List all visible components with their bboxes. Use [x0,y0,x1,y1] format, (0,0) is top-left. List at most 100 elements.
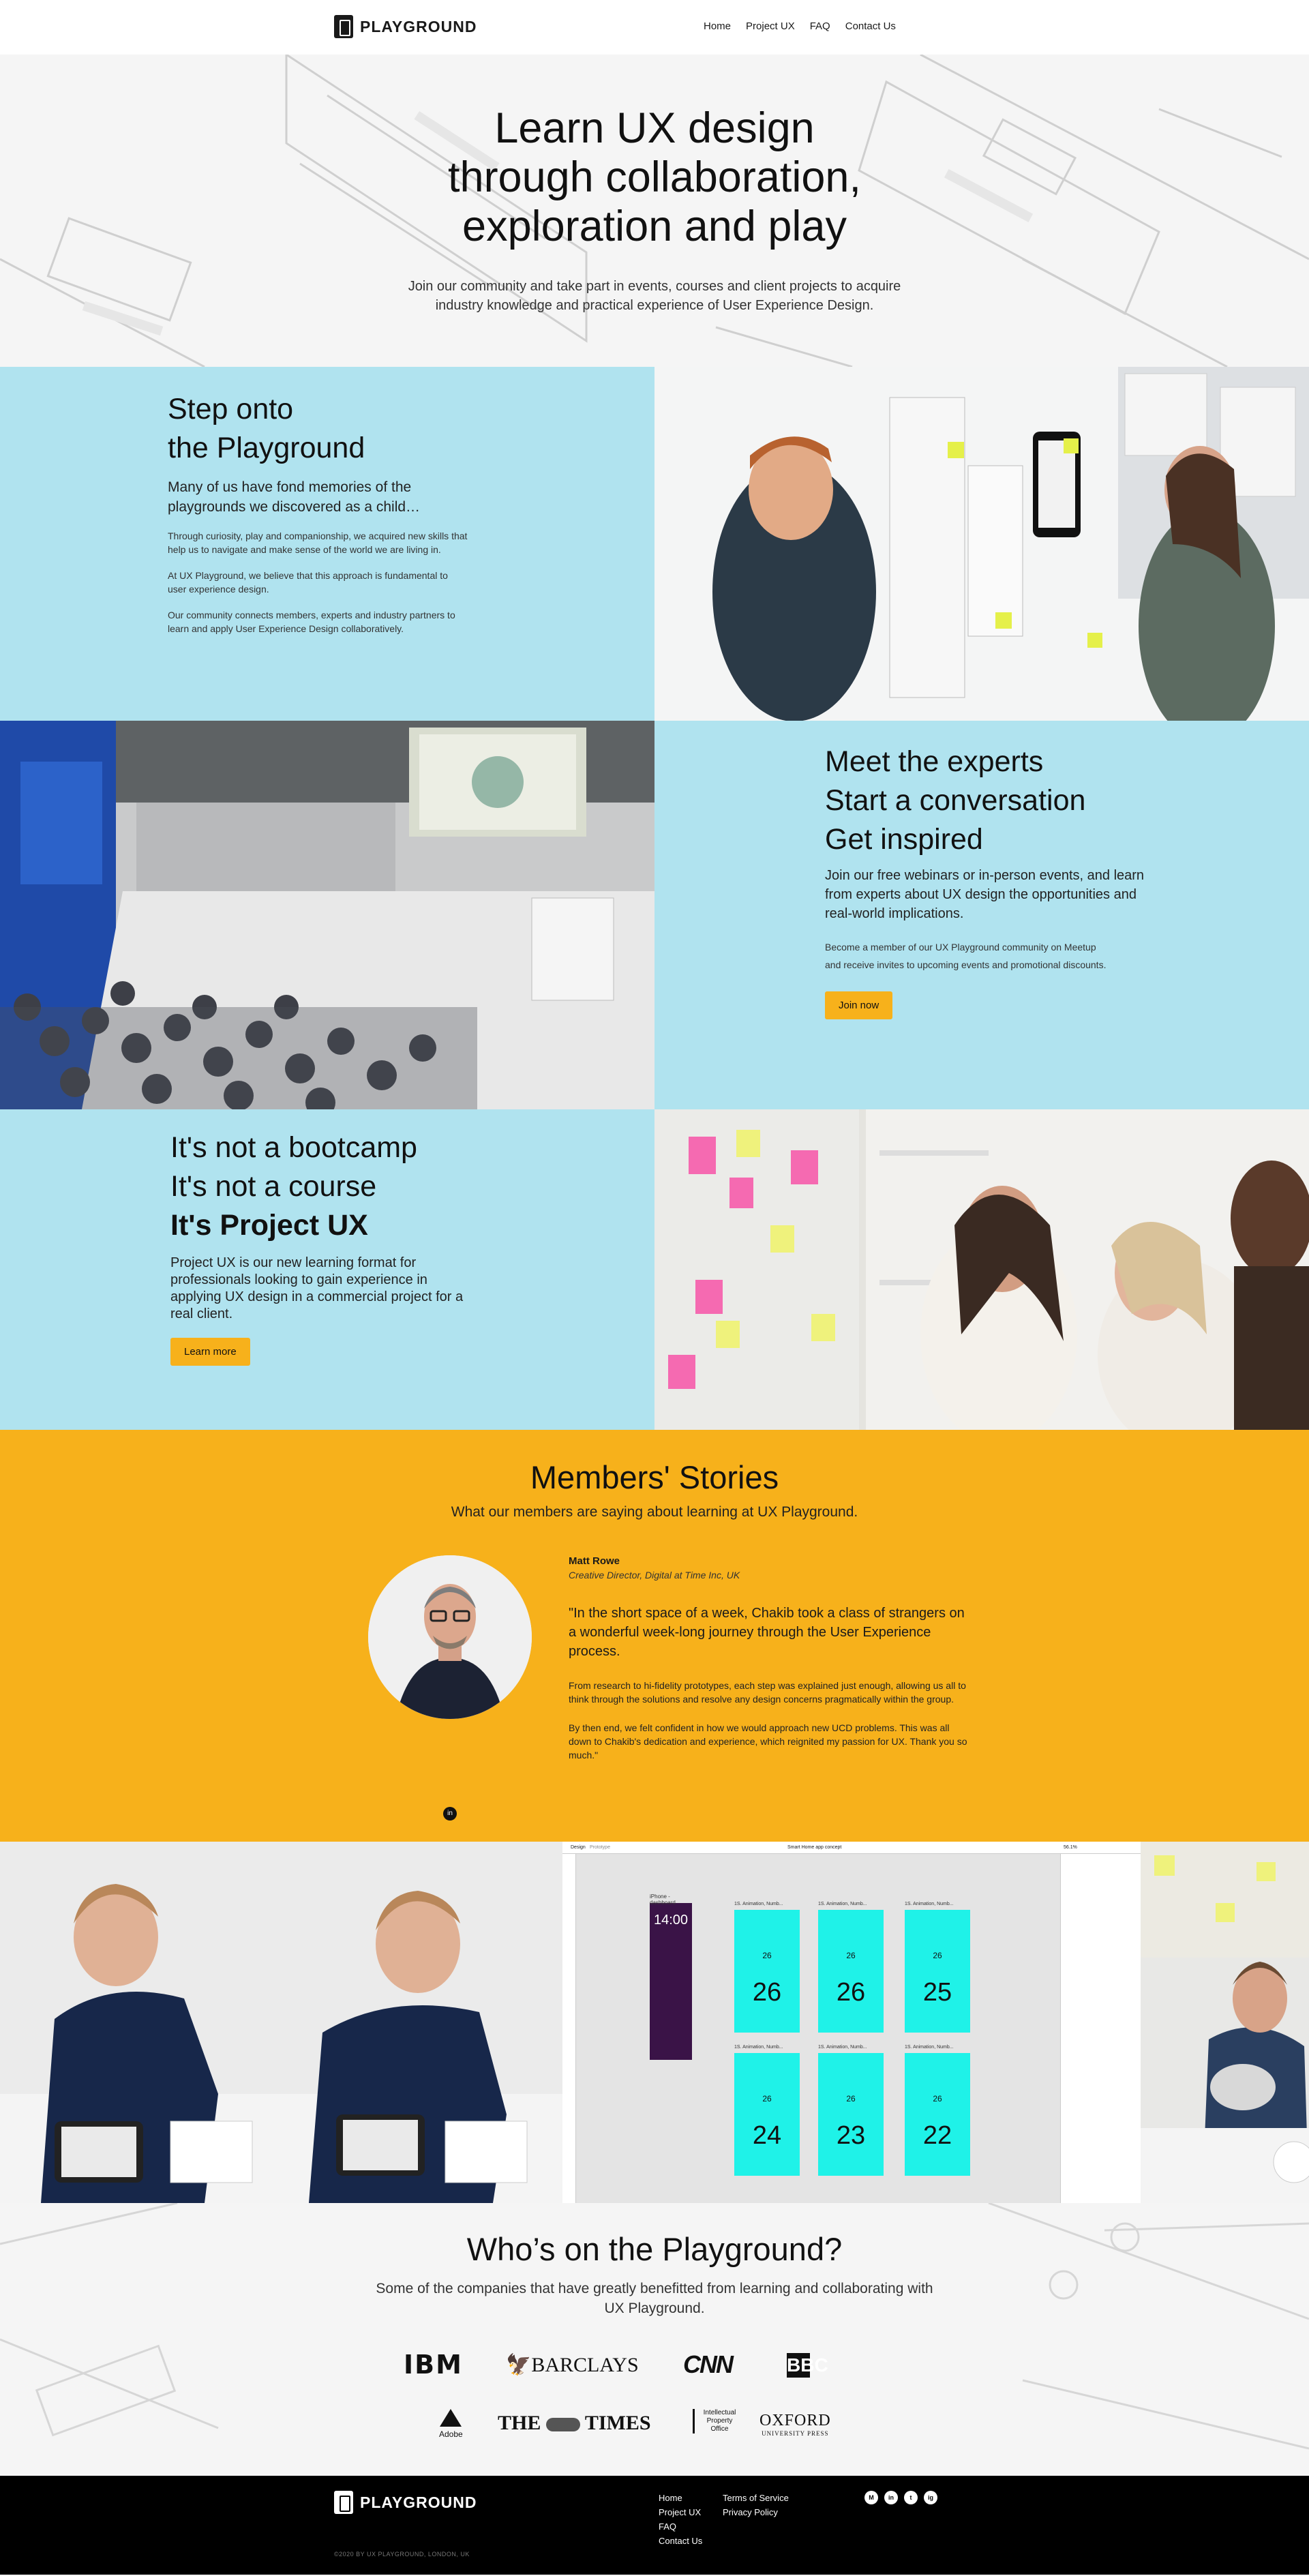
playground-paragraph-3: Our community connects members, experts … [168,610,455,634]
zoom-level[interactable]: 56.1% [1064,1842,1077,1854]
testimonial-paragraph-1: From research to hi-fidelity prototypes,… [569,1680,966,1705]
prototype-tab[interactable]: Prototype [590,1842,610,1854]
adobe-mark-icon [440,2409,462,2427]
footer-link-privacy[interactable]: Privacy Policy [723,2505,789,2519]
footer-link-home[interactable]: Home [659,2491,702,2505]
site-logo[interactable]: PLAYGROUND [334,15,477,38]
join-now-button[interactable]: Join now [825,991,893,1019]
learn-more-button[interactable]: Learn more [170,1338,250,1366]
temperature-screen-small-value: 26 [933,2094,942,2103]
tablet-user-photo-2 [282,1842,562,2203]
logo-text: PLAYGROUND [360,17,477,35]
workshop-photo [654,367,1309,721]
nav-faq[interactable]: FAQ [810,20,830,32]
oxford-logo: OXFORD UNIVERSITY PRESS [759,2412,831,2437]
the-times-text-1: THE [498,2412,541,2434]
stories-title: Members' Stories [530,1459,779,1495]
playground-title-line-1: Step onto [168,393,294,425]
company-logos: IBM 🦅BARCLAYS CNN BBC Adobe THE TIMES In… [0,2346,1309,2455]
crest-icon [545,2418,580,2432]
dashboard-time: 14:00 [653,1913,689,1928]
social-links: M in t ig [864,2491,937,2504]
playground-paragraph-2: At UX Playground, we believe that this a… [168,570,448,595]
linkedin-footer-icon[interactable]: in [884,2491,898,2504]
dashboard-artboard: iPhone - dashboard 14:00 [650,1893,692,2060]
temperature-screen: 1S. Animation, Numb... 26 25 [905,1902,970,2033]
cnn-logo: CNN [683,2350,734,2378]
dashboard-artboard-label: iPhone - dashboard [650,1893,676,1906]
sticky-notes-photo [654,1109,1309,1430]
experts-title-line-2: Start a conversation [825,784,1086,817]
members-stories-section: Members' Stories What our members are sa… [0,1430,1309,1889]
playground-title-line-2: the Playground [168,432,365,464]
temperature-screen-label: 1S. Animation, Numb... [905,1902,954,1906]
hero-title-line-2: through collaboration, [448,153,861,201]
the-times-text-2: TIMES [584,2412,651,2434]
tablet-user-photo-1 [0,1842,282,2203]
testimonial-paragraph-2: By then end, we felt confident in how we… [569,1722,967,1761]
nav-contact[interactable]: Contact Us [845,20,896,32]
member-avatar [368,1555,532,1719]
adobe-logo: Adobe [439,2409,463,2439]
meetup-icon[interactable]: M [864,2491,878,2504]
project-ux-line-2: It's not a course [170,1170,377,1203]
temperature-screen-label: 1S. Animation, Numb... [734,1902,783,1906]
project-ux-text-panel: It's not a bootcamp It's not a course It… [0,1109,654,1430]
experts-lead: Join our free webinars or in-person even… [825,868,1145,921]
photo-strip: Design Prototype Smart Home app concept … [0,1842,1309,2203]
event-audience-photo [0,721,654,1109]
temperature-screen-value: 26 [836,1978,866,2007]
nav-home[interactable]: Home [704,20,731,32]
experts-title: Meet the experts Start a conversation Ge… [825,743,1145,859]
temperature-screen-value: 26 [752,1978,782,2007]
oxford-text: OXFORD [759,2412,831,2429]
design-tool-mockup: Design Prototype Smart Home app concept … [562,1842,1141,2203]
project-ux-line-3: It's Project UX [170,1209,368,1242]
design-tab[interactable]: Design [571,1842,586,1854]
eagle-icon: 🦅 [506,2354,532,2376]
footer-link-terms[interactable]: Terms of Service [723,2491,789,2505]
ipo-logo: Intellectual Property Office [693,2409,740,2433]
logo-mark-icon [334,15,353,38]
temperature-screen-value: 24 [752,2121,782,2150]
footer-links-1: Home Project UX FAQ Contact Us [659,2491,702,2548]
instagram-icon[interactable]: ig [924,2491,937,2504]
oxford-subtext: UNIVERSITY PRESS [762,2430,829,2437]
temperature-screen-value: 23 [836,2121,866,2150]
temperature-screen: 1S. Animation, Numb... 26 23 [818,2045,884,2176]
footer-logo-mark-icon [334,2491,353,2514]
temperature-screen-label: 1S. Animation, Numb... [734,2045,783,2050]
tool-left-toolbar [562,1854,576,2203]
experts-small: Become a member of our UX Playground com… [825,942,1107,970]
footer-link-contact[interactable]: Contact Us [659,2534,702,2548]
member-role: Creative Director, Digital at Time Inc, … [569,1570,740,1581]
footer-logo[interactable]: PLAYGROUND [334,2491,477,2514]
temperature-screen-label: 1S. Animation, Numb... [818,1902,867,1906]
twitter-icon[interactable]: t [904,2491,918,2504]
experts-section: Meet the experts Start a conversation Ge… [0,721,1309,1109]
temperature-screen: 1S. Animation, Numb... 26 26 [734,1902,800,2033]
hero-subtitle: Join our community and take part in even… [408,279,901,313]
main-nav: Home Project UX FAQ Contact Us [704,20,896,32]
temperature-screen: 1S. Animation, Numb... 26 24 [734,2045,800,2176]
ibm-logo: IBM [404,2350,463,2380]
footer-link-project-ux[interactable]: Project UX [659,2505,702,2519]
footer-link-faq[interactable]: FAQ [659,2519,702,2534]
temperature-screen: 1S. Animation, Numb... 26 26 [818,1902,884,2033]
temperature-screen-small-value: 26 [846,2094,856,2103]
hero-title: Learn UX design through collaboration, e… [0,104,1309,251]
companies-subtitle: Some of the companies that have greatly … [376,2281,933,2316]
tool-top-bar: Design Prototype Smart Home app concept … [562,1842,1141,1854]
project-ux-line-1: It's not a bootcamp [170,1131,417,1164]
bbc-logo-text: BBC [787,2353,828,2378]
playground-text-panel: Step onto the Playground Many of us have… [0,367,654,721]
site-footer: PLAYGROUND Home Project UX FAQ Contact U… [0,2476,1309,2575]
temperature-screen-value: 25 [922,1978,952,2007]
temperature-screen-label: 1S. Animation, Numb... [905,2045,954,2050]
linkedin-icon[interactable]: in [443,1807,457,1821]
copyright: ©2020 BY UX PLAYGROUND, LONDON, UK [334,2551,470,2558]
temperature-screen-small-value: 26 [933,1951,942,1960]
bbc-logo: BBC [787,2353,828,2378]
playground-section: Step onto the Playground Many of us have… [0,367,1309,721]
nav-project-ux[interactable]: Project UX [746,20,795,32]
